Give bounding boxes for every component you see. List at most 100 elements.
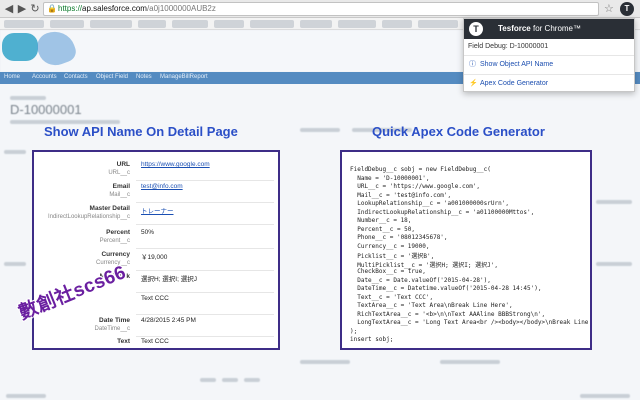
field-value: 選択H; 選択I; 選択J: [141, 276, 197, 283]
bolt-icon: ⚡: [469, 80, 478, 87]
forward-icon[interactable]: ▶: [15, 2, 29, 16]
code-line: );: [350, 327, 358, 335]
url-path: /a0j1000000AUB2z: [146, 4, 216, 13]
address-bar[interactable]: 🔒 https://ap.salesforce.com/a0j1000000AUB…: [43, 2, 599, 16]
tab-manage-bill-report[interactable]: ManageBillReport: [160, 74, 208, 80]
bookmark[interactable]: [418, 20, 458, 28]
bookmark[interactable]: [50, 20, 84, 28]
field-row-currency: Currency Currency__c ￥19,000: [34, 250, 278, 272]
right-heading: Quick Apex Code Generator: [372, 124, 545, 139]
field-value-link[interactable]: test@info.com: [141, 183, 183, 190]
code-line: Name = 'D-10000001',: [350, 174, 430, 182]
popup-subtitle: Field Debug: D-10000001: [468, 43, 549, 50]
bookmark[interactable]: [90, 20, 132, 28]
code-line: Percent__c = 50,: [350, 225, 416, 233]
extension-icon[interactable]: T: [620, 2, 634, 16]
divider: [136, 202, 274, 203]
divider: [136, 314, 274, 315]
code-line: FieldDebug__c sobj = new FieldDebug__c(: [350, 166, 491, 173]
extension-popup: T Tesforce for Chrome™ Field Debug: D-10…: [463, 18, 635, 92]
code-line: LookupRelationship__c = 'a001000000srUrn…: [350, 200, 509, 207]
menu-item-label: Show Object API Name: [480, 61, 554, 68]
code-line: Mail__c = 'test@info.com',: [350, 191, 452, 199]
bookmark[interactable]: [338, 20, 376, 28]
blurred-button: [222, 378, 238, 382]
blurred-text: [300, 360, 350, 364]
field-value: Text CCC: [141, 295, 169, 302]
blurred-text: [4, 262, 26, 266]
tab-contacts[interactable]: Contacts: [64, 74, 88, 80]
field-value: 4/28/2015 2:45 PM: [141, 317, 196, 324]
field-api-name: IndirectLookupRelationship__c: [47, 214, 130, 220]
tab-accounts[interactable]: Accounts: [32, 74, 57, 80]
code-line: LongTextArea__c = 'Long Text Area<br /><…: [350, 319, 589, 326]
field-value-link[interactable]: トレーナー: [141, 205, 174, 215]
record-title: D-10000001: [10, 102, 82, 117]
menu-item-label: Apex Code Generator: [480, 80, 549, 87]
divider: [136, 224, 274, 225]
star-icon[interactable]: ☆: [604, 2, 614, 15]
url-host: ap.salesforce.com: [82, 4, 147, 13]
blurred-text: [580, 394, 630, 398]
tab-notes[interactable]: Notes: [136, 74, 152, 80]
blurred-text: [4, 150, 26, 154]
code-line: DateTime__c = Datetime.valueOf('2015-04-…: [350, 285, 542, 292]
tab-object-field[interactable]: Object Field: [96, 74, 128, 80]
code-line: RichTextArea__c = '<b>\n\nText AAAline B…: [350, 310, 546, 318]
blurred-text: [300, 128, 340, 132]
divider: [136, 248, 274, 249]
bookmark[interactable]: [214, 20, 244, 28]
reload-icon[interactable]: ↻: [28, 2, 42, 16]
field-label: Master Detail: [89, 205, 130, 212]
blurred-text: [10, 96, 46, 100]
field-row-text: Text Text CCC: [34, 337, 278, 359]
bookmark[interactable]: [250, 20, 294, 28]
left-heading: Show API Name On Detail Page: [44, 124, 238, 139]
field-label: Text: [117, 338, 130, 345]
bookmark[interactable]: [172, 20, 208, 28]
field-row-percent: Percent Percent__c 50%: [34, 228, 278, 250]
code-line: insert sobj;: [350, 336, 394, 343]
menu-item-show-api-name[interactable]: ⓘ Show Object API Name: [464, 55, 634, 73]
menu-item-apex-code-generator[interactable]: ⚡ Apex Code Generator: [464, 74, 634, 92]
code-line: TextArea__c = 'Text Area\nBreak Line Her…: [350, 302, 513, 309]
code-line: Text__c = 'Text CCC',: [350, 293, 434, 301]
blurred-button: [200, 378, 216, 382]
tab-home[interactable]: Home: [4, 74, 20, 80]
blurred-text: [596, 200, 632, 204]
bookmark[interactable]: [4, 20, 44, 28]
browser-toolbar: ◀ ▶ ↻ 🔒 https://ap.salesforce.com/a0j1000…: [0, 0, 640, 18]
field-value: ￥19,000: [141, 254, 168, 261]
divider: [136, 292, 274, 293]
field-label: Date Time: [99, 317, 130, 324]
code-line: Phone__c = '08012345678',: [350, 234, 448, 241]
bookmark[interactable]: [300, 20, 332, 28]
tesforce-logo-icon: T: [469, 22, 483, 36]
code-line: Number__c = 18,: [350, 217, 412, 224]
bookmark[interactable]: [138, 20, 166, 28]
code-line: Date__c = Date.valueOf('2015-04-28'),: [350, 276, 491, 284]
blurred-text: [440, 360, 500, 364]
field-value: 50%: [141, 229, 155, 236]
field-value: Text CCC: [141, 338, 169, 345]
brand-name: Tesforce: [498, 24, 531, 33]
brand-suffix: for Chrome™: [530, 24, 581, 33]
blurred-text: [6, 394, 46, 398]
field-value-link[interactable]: https://www.google.com: [141, 161, 210, 168]
apex-code-card: FieldDebug__c sobj = new FieldDebug__c( …: [340, 150, 592, 350]
code-line: URL__c = 'https://www.google.com',: [350, 183, 481, 190]
back-icon[interactable]: ◀: [2, 2, 16, 16]
field-label: Percent: [106, 229, 130, 236]
field-row-date-time: Date Time DateTime__c 4/28/2015 2:45 PM: [34, 316, 278, 338]
field-row-master-detail: Master Detail IndirectLookupRelationship…: [34, 204, 278, 226]
info-icon: ⓘ: [469, 61, 476, 68]
salesforce-logo: [2, 33, 38, 61]
code-line: CheckBox__c = true,: [350, 268, 426, 275]
code-line: Currency__c = 19000,: [350, 242, 430, 250]
blurred-button: [244, 378, 260, 382]
field-label: Currency: [101, 251, 130, 258]
bookmark[interactable]: [382, 20, 412, 28]
lock-icon: 🔒: [47, 4, 57, 13]
field-api-name: URL__c: [108, 170, 130, 176]
divider: [136, 270, 274, 271]
